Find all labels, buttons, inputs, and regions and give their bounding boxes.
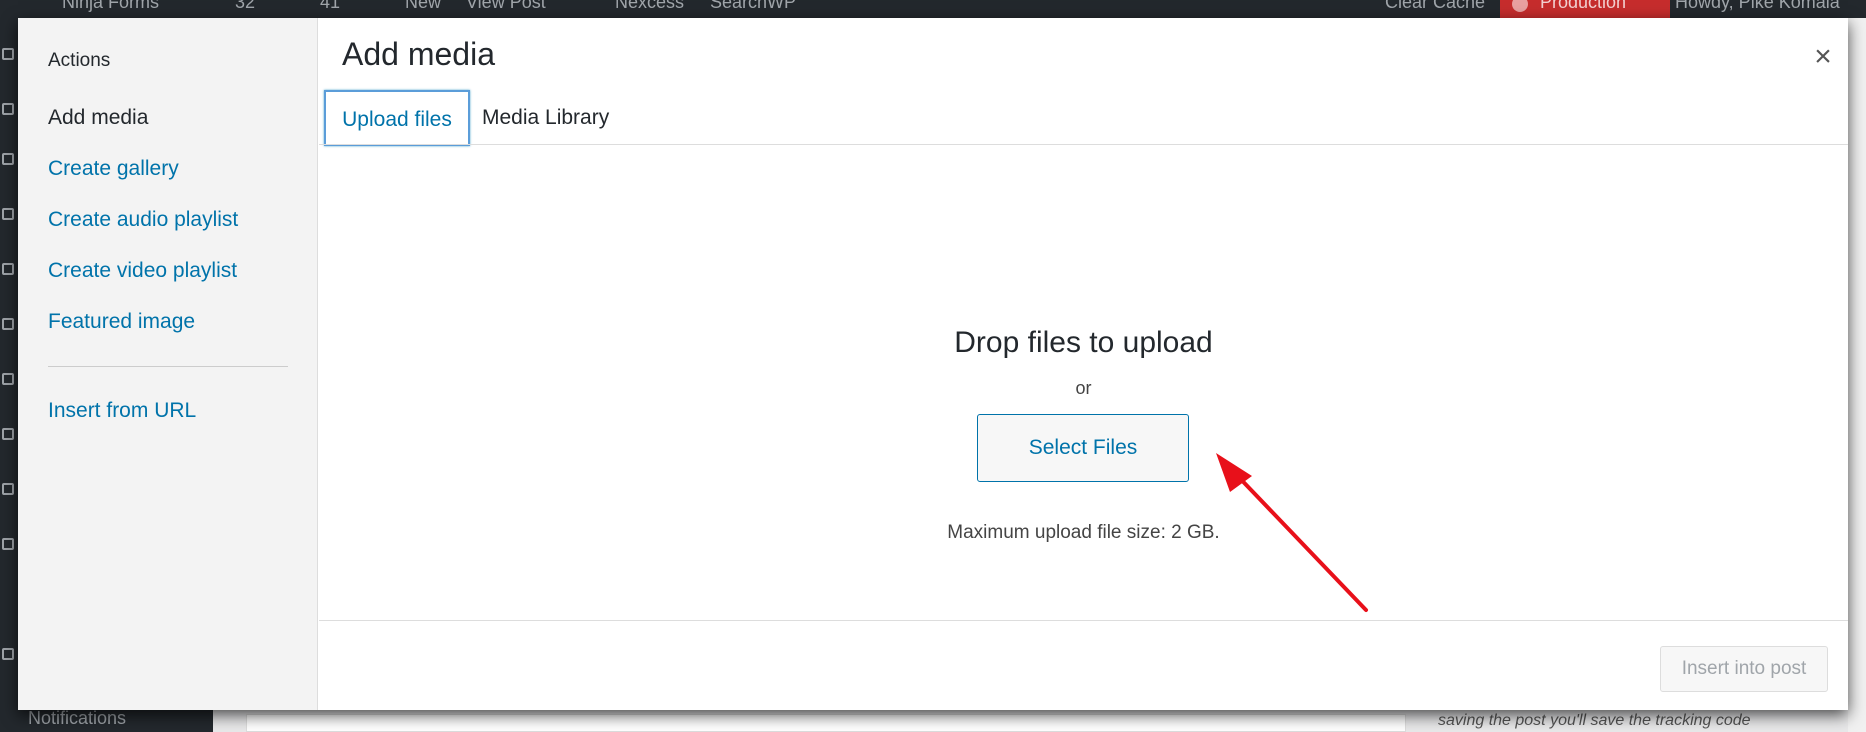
admin-menu-background <box>0 18 18 732</box>
sidebar-item-featured-image[interactable]: Featured image <box>48 310 195 334</box>
or-separator: or <box>1075 378 1092 398</box>
admin-bar-account[interactable]: Howdy, Pike Komala <box>1675 0 1840 13</box>
admin-bar-searchwp[interactable]: SearchWP <box>710 0 796 13</box>
admin-bar-clear-cache[interactable]: Clear Cache <box>1385 0 1485 13</box>
admin-bar-view-post[interactable]: View Post <box>466 0 546 13</box>
admin-menu-icon <box>2 103 14 115</box>
close-icon[interactable]: × <box>1806 40 1840 74</box>
page-background-bottom: Notifications saving the post you'll sav… <box>18 710 1848 732</box>
environment-label: Production <box>1540 0 1627 12</box>
sidebar-heading: Actions <box>48 50 111 71</box>
page-background-right <box>1848 18 1866 732</box>
admin-menu-icon <box>2 318 14 330</box>
sidebar-item-create-video-playlist[interactable]: Create video playlist <box>48 259 237 283</box>
drop-files-title: Drop files to upload <box>954 326 1213 359</box>
add-media-modal: Actions Add media Create gallery Create … <box>18 18 1848 710</box>
admin-menu-icon <box>2 428 14 440</box>
background-panel <box>246 714 1406 732</box>
admin-menu-icon <box>2 538 14 550</box>
annotation-arrow-icon <box>1216 453 1368 612</box>
admin-bar-updates-count[interactable]: 32 <box>235 0 255 13</box>
media-modal-toolbar: Insert into post <box>319 620 1848 710</box>
insert-into-post-button[interactable]: Insert into post <box>1660 646 1828 692</box>
admin-menu-icon <box>2 263 14 275</box>
admin-bar-environment-badge[interactable]: Production <box>1500 0 1670 18</box>
admin-bar-nexcess[interactable]: Nexcess <box>615 0 684 13</box>
admin-menu-icon <box>2 208 14 220</box>
sidebar-divider <box>48 366 288 367</box>
admin-menu-icon <box>2 648 14 660</box>
tabs-divider <box>319 144 1848 145</box>
admin-bar-new[interactable]: New <box>405 0 441 13</box>
admin-menu-icon <box>2 373 14 385</box>
environment-icon <box>1512 0 1528 12</box>
sidebar-item-insert-from-url[interactable]: Insert from URL <box>48 399 196 423</box>
sidebar-item-create-gallery[interactable]: Create gallery <box>48 157 179 181</box>
admin-bar-item-ninja-forms[interactable]: Ninja Forms <box>62 0 159 13</box>
sidebar-item-add-media[interactable]: Add media <box>48 106 148 130</box>
admin-menu-icon <box>2 483 14 495</box>
admin-menu-icon <box>2 48 14 60</box>
media-modal-sidebar: Actions Add media Create gallery Create … <box>18 18 318 710</box>
background-help-text: saving the post you'll save the tracking… <box>1438 712 1751 729</box>
admin-menu-icon <box>2 153 14 165</box>
modal-title: Add media <box>342 36 495 72</box>
sidebar-item-create-audio-playlist[interactable]: Create audio playlist <box>48 208 238 232</box>
notifications-menu-item[interactable]: Notifications <box>18 710 213 732</box>
tab-upload-files[interactable]: Upload files <box>324 90 470 146</box>
select-files-button[interactable]: Select Files <box>977 414 1189 482</box>
admin-bar-comments-count[interactable]: 41 <box>320 0 340 13</box>
max-upload-size-note: Maximum upload file size: 2 GB. <box>947 522 1220 543</box>
tab-media-library[interactable]: Media Library <box>482 90 609 146</box>
admin-bar: Ninja Forms 32 41 New View Post Nexcess … <box>0 0 1866 18</box>
